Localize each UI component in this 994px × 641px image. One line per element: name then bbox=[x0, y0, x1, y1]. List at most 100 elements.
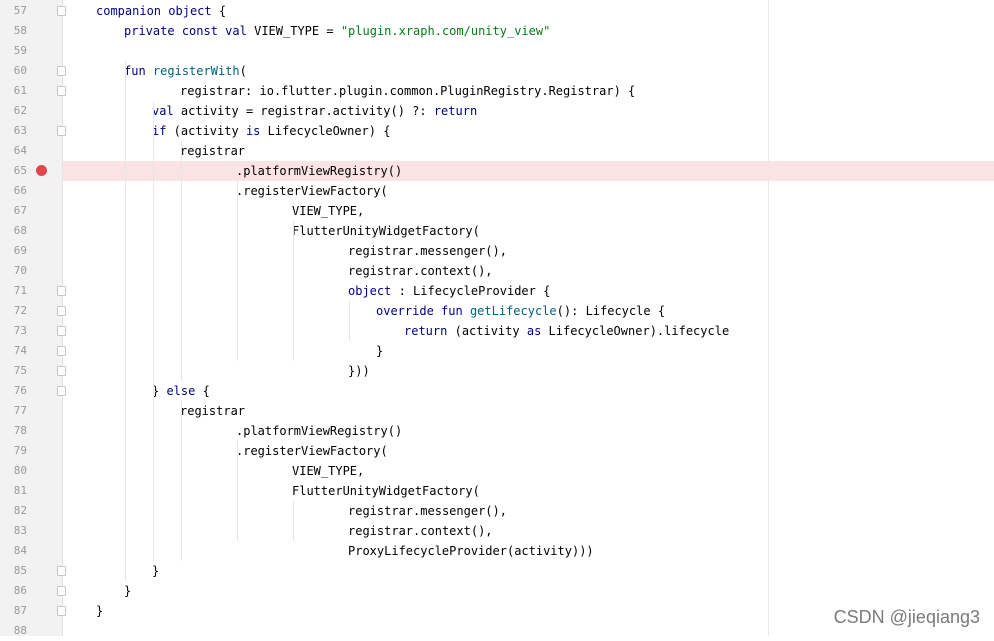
code-token: context bbox=[420, 524, 471, 538]
code-text: } bbox=[376, 341, 383, 361]
indent-guide bbox=[349, 301, 350, 341]
code-token: fun bbox=[441, 304, 463, 318]
fold-marker-icon[interactable] bbox=[57, 286, 66, 296]
code-token: messenger bbox=[420, 244, 486, 258]
code-text: } else { bbox=[152, 381, 210, 401]
code-token: context bbox=[420, 264, 471, 278]
line-number: 86 bbox=[13, 584, 27, 597]
code-token: activity bbox=[514, 544, 572, 558]
indent-guide bbox=[237, 181, 238, 361]
code-token: () ?: bbox=[390, 104, 434, 118]
code-token: ( bbox=[380, 184, 388, 198]
code-text: registrar.messenger(), bbox=[348, 501, 507, 521]
code-text: .registerViewFactory( bbox=[236, 441, 388, 461]
indent-guide bbox=[181, 401, 182, 561]
code-text: registrar.context(), bbox=[348, 261, 493, 281]
line-number: 62 bbox=[13, 104, 27, 117]
line-number: 80 bbox=[13, 464, 27, 477]
indent-guide bbox=[181, 141, 182, 381]
code-token: val bbox=[152, 104, 174, 118]
code-token: { bbox=[650, 304, 666, 318]
code-token: ))) bbox=[571, 544, 594, 558]
code-text: if (activity is LifecycleOwner) { bbox=[152, 121, 390, 141]
code-text: registrar.context(), bbox=[348, 521, 493, 541]
code-token: registrar bbox=[180, 84, 246, 98]
code-token: { bbox=[535, 284, 551, 298]
fold-marker-icon[interactable] bbox=[57, 86, 66, 96]
fold-marker-icon[interactable] bbox=[57, 586, 66, 596]
code-token: return bbox=[404, 324, 448, 338]
code-token: ProxyLifecycleProvider bbox=[348, 544, 507, 558]
code-token: { bbox=[211, 4, 227, 18]
code-token: () bbox=[387, 164, 403, 178]
fold-marker-icon[interactable] bbox=[57, 366, 66, 376]
fold-marker-icon[interactable] bbox=[57, 306, 66, 316]
indent-guide bbox=[125, 61, 126, 581]
code-token: ) { bbox=[368, 124, 391, 138]
code-token: platformViewRegistry bbox=[243, 164, 388, 178]
fold-marker-icon[interactable] bbox=[57, 6, 66, 16]
code-token: flutter bbox=[281, 84, 332, 98]
code-text: registrar bbox=[180, 141, 245, 161]
code-token: = bbox=[319, 24, 341, 38]
code-token: as bbox=[526, 324, 542, 338]
code-token: LifecycleOwner bbox=[267, 124, 369, 138]
code-text: } bbox=[96, 601, 103, 621]
code-token: object bbox=[168, 4, 212, 18]
code-text: registrar: io.flutter.plugin.common.Plug… bbox=[180, 81, 635, 101]
fold-marker-icon[interactable] bbox=[57, 326, 66, 336]
fold-marker-icon[interactable] bbox=[57, 346, 66, 356]
line-number: 81 bbox=[13, 484, 27, 497]
fold-marker-icon[interactable] bbox=[57, 126, 66, 136]
code-token: fun bbox=[124, 64, 146, 78]
line-number: 70 bbox=[13, 264, 27, 277]
code-token: ( bbox=[380, 444, 388, 458]
fold-marker-icon[interactable] bbox=[57, 386, 66, 396]
breakpoint-icon[interactable] bbox=[36, 165, 47, 176]
code-text: } bbox=[152, 561, 159, 581]
code-text: VIEW_TYPE, bbox=[292, 461, 364, 481]
code-token: getLifecycle bbox=[469, 304, 557, 318]
code-token: return bbox=[433, 104, 478, 118]
code-token: ( bbox=[472, 484, 480, 498]
code-token: PluginRegistry bbox=[440, 84, 542, 98]
code-token: is bbox=[245, 124, 261, 138]
code-token: companion bbox=[96, 4, 162, 18]
indent-guide bbox=[153, 101, 154, 561]
fold-marker-icon[interactable] bbox=[57, 566, 66, 576]
code-token: FlutterUnityWidgetFactory bbox=[292, 224, 473, 238]
code-token: registerViewFactory bbox=[243, 444, 381, 458]
indent-guide bbox=[293, 501, 294, 541]
code-editor[interactable]: 57 companion object {58 private const val … bbox=[0, 0, 994, 637]
code-text: private const val VIEW_TYPE = "plugin.xr… bbox=[124, 21, 550, 41]
fold-marker-icon[interactable] bbox=[57, 606, 66, 616]
code-token: platformViewRegistry bbox=[243, 424, 388, 438]
code-token: , bbox=[357, 204, 365, 218]
code-token: plugin bbox=[338, 84, 383, 98]
code-token: registrar bbox=[348, 524, 414, 538]
code-text: VIEW_TYPE, bbox=[292, 201, 364, 221]
line-number: 78 bbox=[13, 424, 27, 437]
code-text: FlutterUnityWidgetFactory( bbox=[292, 221, 480, 241]
line-number: 63 bbox=[13, 124, 27, 137]
code-token: LifecycleProvider bbox=[413, 284, 536, 298]
code-token: activity bbox=[332, 104, 391, 118]
line-number: 68 bbox=[13, 224, 27, 237]
code-token: VIEW_TYPE bbox=[292, 464, 358, 478]
fold-marker-icon[interactable] bbox=[57, 66, 66, 76]
code-token: (), bbox=[485, 504, 507, 518]
code-text: .platformViewRegistry() bbox=[236, 161, 402, 181]
